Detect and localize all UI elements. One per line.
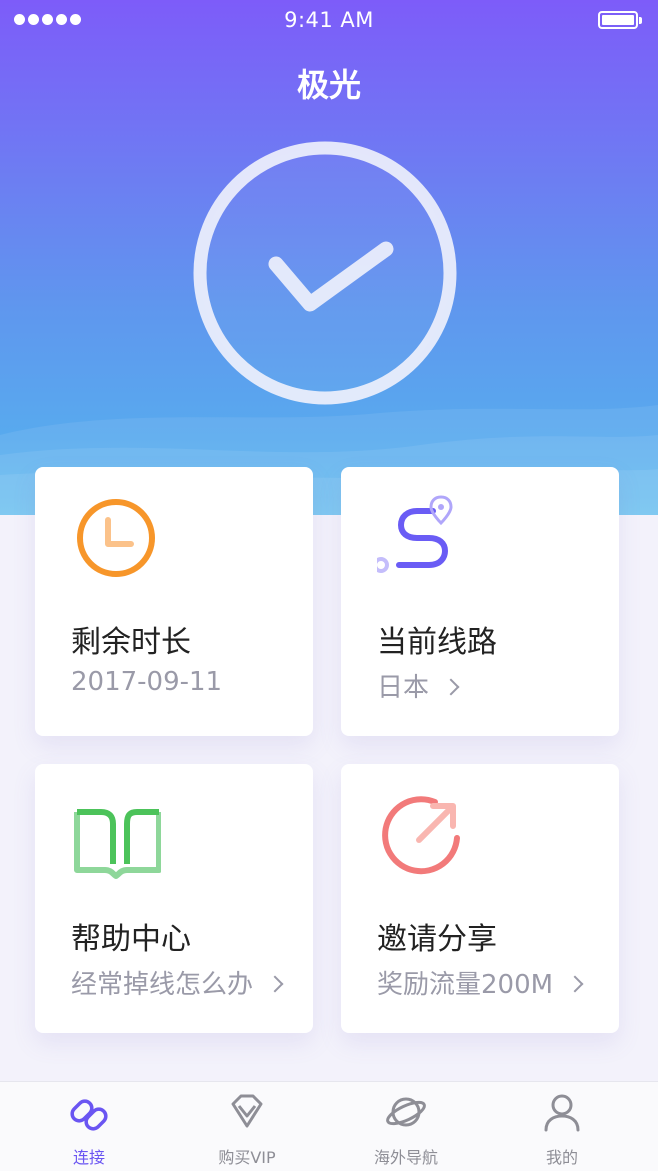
card-label: 帮助中心 (71, 922, 191, 957)
chevron-right-icon (566, 975, 584, 993)
tab-mine[interactable]: 我的 (502, 1082, 622, 1171)
tab-label: 购买VIP (218, 1148, 276, 1167)
tab-label: 我的 (545, 1148, 578, 1167)
current-route-card[interactable]: 当前线路 日本 (341, 467, 619, 736)
page-title: 极光 (296, 66, 361, 104)
tab-buy-vip[interactable]: 购买VIP (187, 1082, 307, 1171)
diamond-icon (231, 1094, 263, 1128)
tab-bar: 连接 购买VIP 海外导航 我的 (0, 1081, 658, 1171)
chevron-right-icon (266, 975, 284, 993)
tab-overseas-nav[interactable]: 海外导航 (346, 1082, 466, 1171)
status-time: 9:41 AM (284, 8, 374, 32)
remaining-time-card[interactable]: 剩余时长 2017-09-11 (35, 467, 313, 736)
card-label: 剩余时长 (71, 625, 191, 660)
card-sub: 经常掉线怎么办 (71, 964, 284, 1001)
tab-label: 连接 (72, 1148, 105, 1167)
card-sub: 2017-09-11 (71, 667, 223, 697)
book-icon (74, 809, 161, 879)
chevron-right-icon (442, 678, 460, 696)
planet-icon (386, 1097, 426, 1127)
card-sub-text: 日本 (377, 673, 430, 703)
card-sub: 日本 (377, 667, 460, 704)
card-label: 邀请分享 (377, 922, 497, 957)
card-label: 当前线路 (377, 625, 497, 660)
connection-hero: 9:41 AM 极光 (0, 0, 658, 515)
tab-label: 海外导航 (373, 1148, 438, 1167)
route-icon (377, 495, 453, 573)
connect-clock-button[interactable] (190, 140, 460, 410)
link-icon (70, 1099, 108, 1131)
card-sub-text: 奖励流量200M (377, 970, 554, 1000)
help-center-card[interactable]: 帮助中心 经常掉线怎么办 (35, 764, 313, 1033)
battery-icon (598, 11, 642, 29)
share-icon (382, 796, 460, 875)
clock-icon (77, 499, 155, 577)
tab-connect[interactable]: 连接 (29, 1082, 149, 1171)
user-icon (544, 1094, 580, 1132)
invite-share-card[interactable]: 邀请分享 奖励流量200M (341, 764, 619, 1033)
card-sub: 奖励流量200M (377, 964, 584, 1001)
card-sub-text: 经常掉线怎么办 (71, 970, 254, 1000)
status-bar: 9:41 AM (0, 0, 658, 42)
